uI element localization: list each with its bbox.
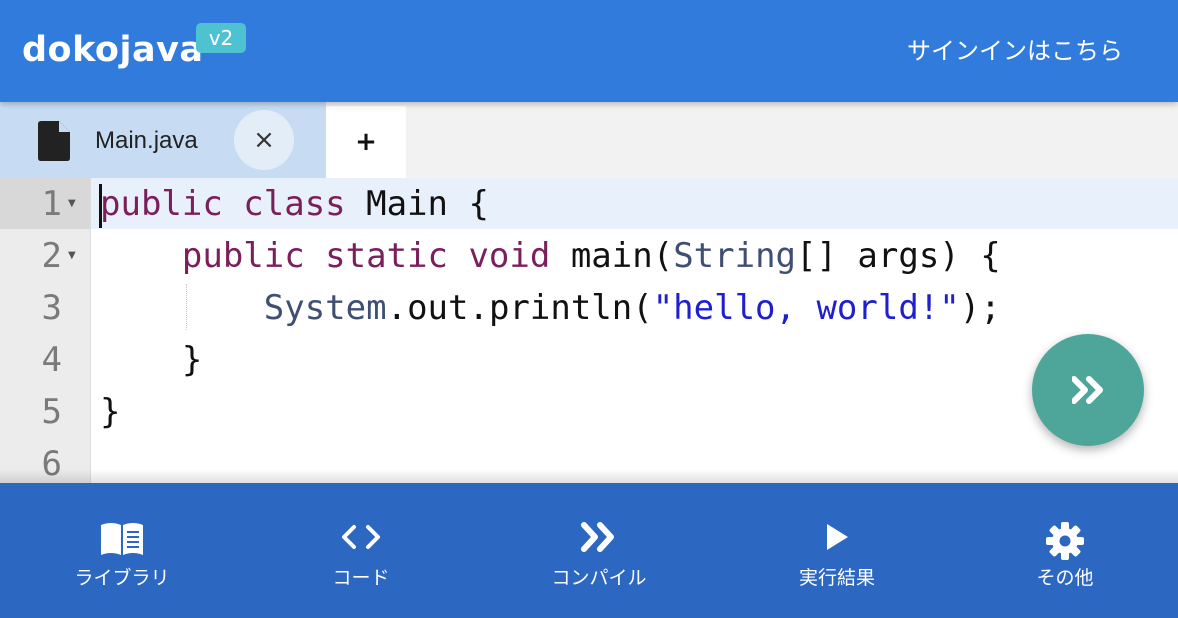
app-header: dokojava v2 サインインはこちら [0, 0, 1178, 102]
line-number: 2 [41, 236, 62, 276]
signin-link[interactable]: サインインはこちら [907, 34, 1123, 68]
type-token: System [263, 288, 387, 328]
double-chevron-icon [581, 521, 617, 557]
close-tab-button[interactable]: × [234, 110, 294, 170]
run-button[interactable] [1032, 334, 1144, 446]
add-tab-button[interactable]: + [326, 106, 406, 178]
nav-other[interactable]: その他 [975, 483, 1155, 618]
fold-arrow-icon[interactable]: ▼ [68, 250, 76, 261]
type-token: String [673, 236, 797, 276]
nav-code[interactable]: コード [271, 483, 451, 618]
app-logo[interactable]: dokojava [22, 28, 204, 72]
book-icon [99, 521, 145, 561]
fast-forward-icon [1072, 376, 1103, 404]
editor-bottom-shadow [0, 469, 1178, 483]
gear-icon [1045, 521, 1085, 565]
code-line-2[interactable]: public static void main(String[] args) { [100, 230, 1001, 282]
nav-compile[interactable]: コンパイル [509, 483, 689, 618]
line-number: 4 [41, 340, 62, 380]
code-editor[interactable]: 1 ▼ 2 ▼ 3 4 5 6 public class Main { publ… [0, 178, 1178, 483]
nav-compile-label: コンパイル [551, 567, 647, 589]
file-tab-bar: Main.java × + [0, 102, 1178, 178]
nav-library-label: ライブラリ [74, 567, 170, 589]
code-line-1[interactable]: public class Main { [100, 178, 489, 230]
code-token: ); [959, 288, 1001, 328]
bottom-navigation: ライブラリ コード コンパイル 実行結果 その他 [0, 483, 1178, 618]
code-line-5[interactable]: } [100, 386, 120, 438]
code-icon [339, 521, 383, 557]
code-token: .out.println( [386, 288, 653, 328]
tab-label: Main.java [95, 127, 198, 154]
fold-arrow-icon[interactable]: ▼ [68, 198, 76, 209]
nav-other-label: その他 [1036, 567, 1094, 589]
string-token: "hello, world!" [652, 288, 960, 328]
tab-main-java[interactable]: Main.java × [0, 102, 326, 178]
line-number: 5 [41, 392, 62, 432]
nav-result[interactable]: 実行結果 [747, 483, 927, 618]
line-number: 1 [41, 184, 62, 224]
nav-code-label: コード [332, 567, 390, 589]
text-cursor [99, 184, 102, 228]
code-token: [] args) { [796, 236, 1001, 276]
code-token: Main { [345, 184, 489, 224]
code-line-4[interactable]: } [100, 334, 202, 386]
nav-result-label: 実行結果 [798, 567, 875, 589]
file-icon [38, 121, 70, 165]
version-badge: v2 [196, 23, 246, 53]
keyword-token: public class [100, 184, 346, 224]
indent-token [100, 236, 182, 276]
indent-token [100, 288, 264, 328]
code-token: main( [550, 236, 674, 276]
nav-library[interactable]: ライブラリ [32, 483, 212, 618]
code-line-3[interactable]: System.out.println("hello, world!"); [100, 282, 1001, 334]
keyword-token: public static void [181, 236, 551, 276]
line-number: 3 [41, 288, 62, 328]
play-icon [823, 521, 851, 557]
